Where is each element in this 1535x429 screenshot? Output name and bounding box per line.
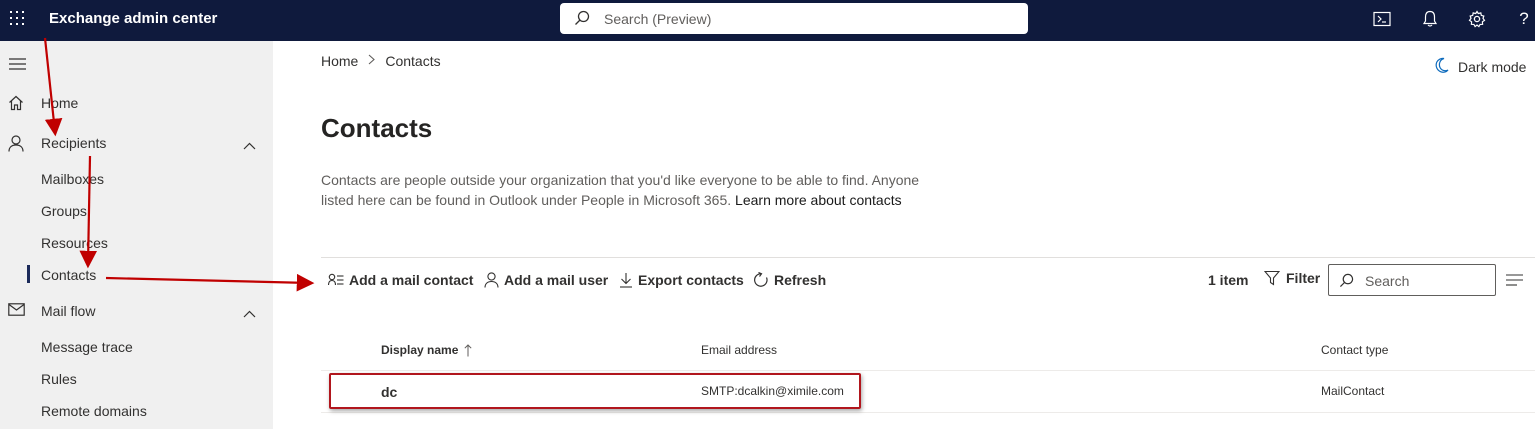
nav-item-mailboxes[interactable]: Mailboxes [0, 167, 273, 191]
cloud-shell-icon[interactable] [1372, 9, 1392, 29]
add-mail-user-button[interactable]: Add a mail user [484, 270, 608, 290]
export-contacts-button[interactable]: Export contacts [619, 270, 744, 290]
search-icon [1339, 273, 1354, 293]
nav-item-message-trace[interactable]: Message trace [0, 335, 273, 359]
help-icon[interactable]: ? [1514, 9, 1534, 29]
column-header-label: Display name [381, 343, 459, 357]
top-bar: Exchange admin center Search (Preview) ? [0, 0, 1535, 41]
row-divider [321, 412, 1535, 413]
row-divider [321, 370, 1535, 371]
settings-icon[interactable] [1467, 9, 1487, 29]
person-icon [8, 135, 24, 155]
moon-icon [1434, 57, 1450, 76]
chevron-right-icon [368, 54, 376, 68]
app-title[interactable]: Exchange admin center [49, 10, 217, 27]
chevron-up-icon[interactable] [243, 137, 256, 153]
add-mail-contact-label: Add a mail contact [349, 272, 474, 288]
search-icon [574, 10, 590, 31]
column-header-display-name[interactable]: Display name [381, 343, 472, 357]
nav-item-remote-domains[interactable]: Remote domains [0, 399, 273, 423]
filter-button[interactable]: Filter [1264, 270, 1320, 286]
sort-ascending-icon [464, 343, 472, 357]
nav-item-contacts[interactable]: Contacts [0, 263, 273, 287]
left-navigation: Home Recipients Mailboxes Groups Resourc… [0, 41, 273, 429]
learn-more-link[interactable]: Learn more about contacts [735, 192, 902, 208]
collapse-navigation-icon[interactable] [9, 57, 26, 75]
export-contacts-label: Export contacts [638, 272, 744, 288]
download-icon [619, 272, 633, 288]
nav-item-label: Remote domains [41, 403, 147, 419]
mail-icon [8, 303, 25, 319]
nav-item-label: Mailboxes [41, 171, 105, 187]
contact-list-icon [328, 273, 344, 287]
nav-item-label: Resources [41, 235, 108, 251]
nav-item-home[interactable]: Home [0, 91, 273, 115]
breadcrumb-current: Contacts [385, 53, 441, 69]
list-search-placeholder: Search [1365, 273, 1410, 289]
annotation-highlight-box [329, 373, 861, 409]
nav-item-label: Recipients [41, 135, 107, 151]
app-launcher-icon[interactable] [10, 11, 24, 25]
page-description: Contacts are people outside your organiz… [321, 170, 941, 210]
nav-item-recipients[interactable]: Recipients [0, 131, 273, 155]
breadcrumb: Home Contacts [321, 53, 441, 69]
nav-item-groups[interactable]: Groups [0, 199, 273, 223]
page-title: Contacts [321, 113, 433, 143]
dark-mode-toggle[interactable]: Dark mode [1434, 57, 1526, 76]
divider [321, 257, 1535, 258]
refresh-icon [753, 272, 769, 288]
nav-item-label: Groups [41, 203, 87, 219]
item-count: 1 item [1208, 272, 1249, 288]
active-indicator [27, 265, 30, 283]
dark-mode-label: Dark mode [1458, 58, 1527, 75]
global-search-input[interactable]: Search (Preview) [560, 3, 1028, 34]
nav-item-rules[interactable]: Rules [0, 367, 273, 391]
nav-item-label: Message trace [41, 339, 133, 355]
add-mail-contact-button[interactable]: Add a mail contact [328, 270, 473, 290]
global-search-placeholder: Search (Preview) [604, 11, 712, 27]
refresh-button[interactable]: Refresh [753, 270, 826, 290]
list-search-input[interactable]: Search [1328, 264, 1496, 296]
nav-item-label: Contacts [41, 267, 97, 283]
nav-item-label: Rules [41, 371, 77, 387]
notifications-icon[interactable] [1420, 9, 1440, 29]
chevron-up-icon[interactable] [243, 305, 256, 321]
cell-contact-type: MailContact [1321, 384, 1385, 398]
filter-icon [1264, 270, 1280, 286]
home-icon [8, 95, 24, 114]
column-header-email-address[interactable]: Email address [701, 343, 777, 357]
view-options-icon[interactable] [1506, 273, 1523, 291]
person-icon [484, 272, 499, 288]
refresh-label: Refresh [774, 272, 827, 288]
nav-item-resources[interactable]: Resources [0, 231, 273, 255]
breadcrumb-home[interactable]: Home [321, 53, 358, 69]
nav-item-label: Mail flow [41, 303, 96, 319]
add-mail-user-label: Add a mail user [504, 272, 609, 288]
column-header-contact-type[interactable]: Contact type [1321, 343, 1388, 357]
filter-label: Filter [1286, 270, 1321, 286]
nav-item-label: Home [41, 95, 79, 111]
nav-item-mail-flow[interactable]: Mail flow [0, 299, 273, 323]
